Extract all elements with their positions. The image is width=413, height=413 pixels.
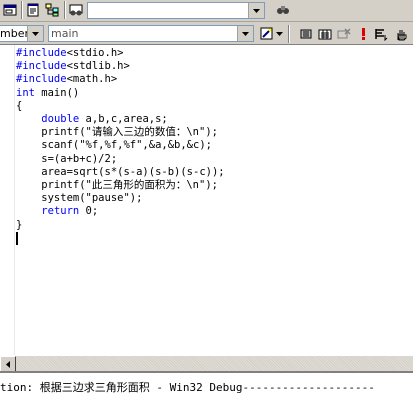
hierarchy-icon[interactable] (43, 1, 61, 19)
code-text: a,b,c,area,s; (79, 113, 168, 126)
stop-build-icon (335, 25, 353, 43)
find-combo[interactable] (87, 2, 265, 19)
class-combo[interactable]: mbers (0, 25, 44, 42)
toolbar-separator (64, 1, 66, 19)
execute-icon[interactable] (354, 25, 372, 43)
function-combo[interactable]: main (48, 25, 254, 42)
code-line: double a,b,c,area,s; (16, 113, 225, 126)
code-line: #include<stdlib.h> (16, 60, 225, 73)
code-keyword: #include (16, 60, 67, 73)
output-pane: tion: 根据三边求三角形面积 - Win32 Debug----------… (0, 371, 413, 413)
code-text: <stdio.h> (66, 47, 124, 59)
windows-icon[interactable] (1, 1, 19, 19)
scrollbar-track[interactable] (16, 356, 413, 372)
hand-icon[interactable] (392, 25, 410, 43)
new-window-icon[interactable] (24, 1, 42, 19)
code-line: { (16, 100, 225, 113)
chevron-down-icon[interactable] (273, 25, 285, 43)
source-code[interactable]: #include<stdio.h> #include<stdlib.h> #incl… (16, 47, 225, 245)
code-line: return 0; (16, 205, 225, 218)
code-text: main() (34, 86, 80, 99)
chevron-down-icon[interactable] (248, 3, 264, 18)
build-icon[interactable] (316, 25, 334, 43)
scroll-left-button[interactable] (0, 356, 16, 372)
toolbar-top (0, 0, 413, 22)
code-line: int main() (16, 87, 225, 100)
code-line: system("pause"); (16, 192, 225, 205)
toolbar-separator (21, 1, 23, 19)
code-text: 0; (79, 205, 99, 218)
find-in-files-icon[interactable] (274, 1, 292, 19)
code-text: { (16, 99, 23, 112)
function-combo-value: main (51, 27, 79, 40)
code-editor[interactable]: #include<stdio.h> #include<stdlib.h> #incl… (0, 45, 413, 355)
code-line: printf("请输入三边的数值：\n"); (16, 126, 225, 139)
code-line (16, 231, 225, 245)
code-keyword: #include (16, 47, 67, 59)
code-keyword: return (41, 205, 80, 218)
chevron-down-icon[interactable] (27, 26, 43, 41)
code-text: scanf("%f,%f,%f",&a,&b,&c); (16, 139, 212, 152)
code-line: scanf("%f,%f,%f",&a,&b,&c); (16, 139, 225, 152)
code-line: #include<stdio.h> (16, 47, 225, 60)
code-text: area=sqrt(s*(s-a)(s-b)(s-c)); (16, 165, 225, 178)
compile-icon[interactable] (297, 25, 315, 43)
chevron-down-icon[interactable] (237, 26, 253, 41)
code-keyword: #include (16, 73, 67, 86)
code-keyword: int (16, 86, 35, 99)
code-line: } (16, 219, 225, 232)
code-text: system("pause"); (16, 192, 143, 205)
horizontal-scrollbar[interactable] (0, 355, 413, 372)
output-build-text: tion: 根据三边求三角形面积 - Win32 Debug----------… (0, 381, 375, 394)
code-line: s=(a+b+c)/2; (16, 153, 225, 166)
breakpoint-icon[interactable] (372, 25, 390, 43)
code-text: <math.h> (66, 73, 118, 86)
code-line: printf("此三角形的面积为：\n"); (16, 179, 225, 192)
code-keyword: double (41, 113, 80, 126)
binoculars-icon[interactable] (67, 1, 85, 19)
text-caret (16, 231, 18, 245)
chevron-left-icon (6, 360, 10, 368)
code-line: #include<math.h> (16, 73, 225, 86)
editor-gutter (0, 45, 15, 355)
code-text: printf("此三角形的面积为：\n"); (16, 179, 218, 192)
code-text: printf("请输入三边的数值：\n"); (16, 126, 218, 139)
code-text: } (16, 218, 23, 231)
toolbar-wizard: mbers main (0, 24, 413, 45)
code-line: area=sqrt(s*(s-a)(s-b)(s-c)); (16, 165, 225, 179)
code-text: <stdlib.h> (66, 60, 130, 73)
toolbar-separator (288, 25, 290, 43)
code-text: s=(a+b+c)/2; (16, 152, 118, 165)
